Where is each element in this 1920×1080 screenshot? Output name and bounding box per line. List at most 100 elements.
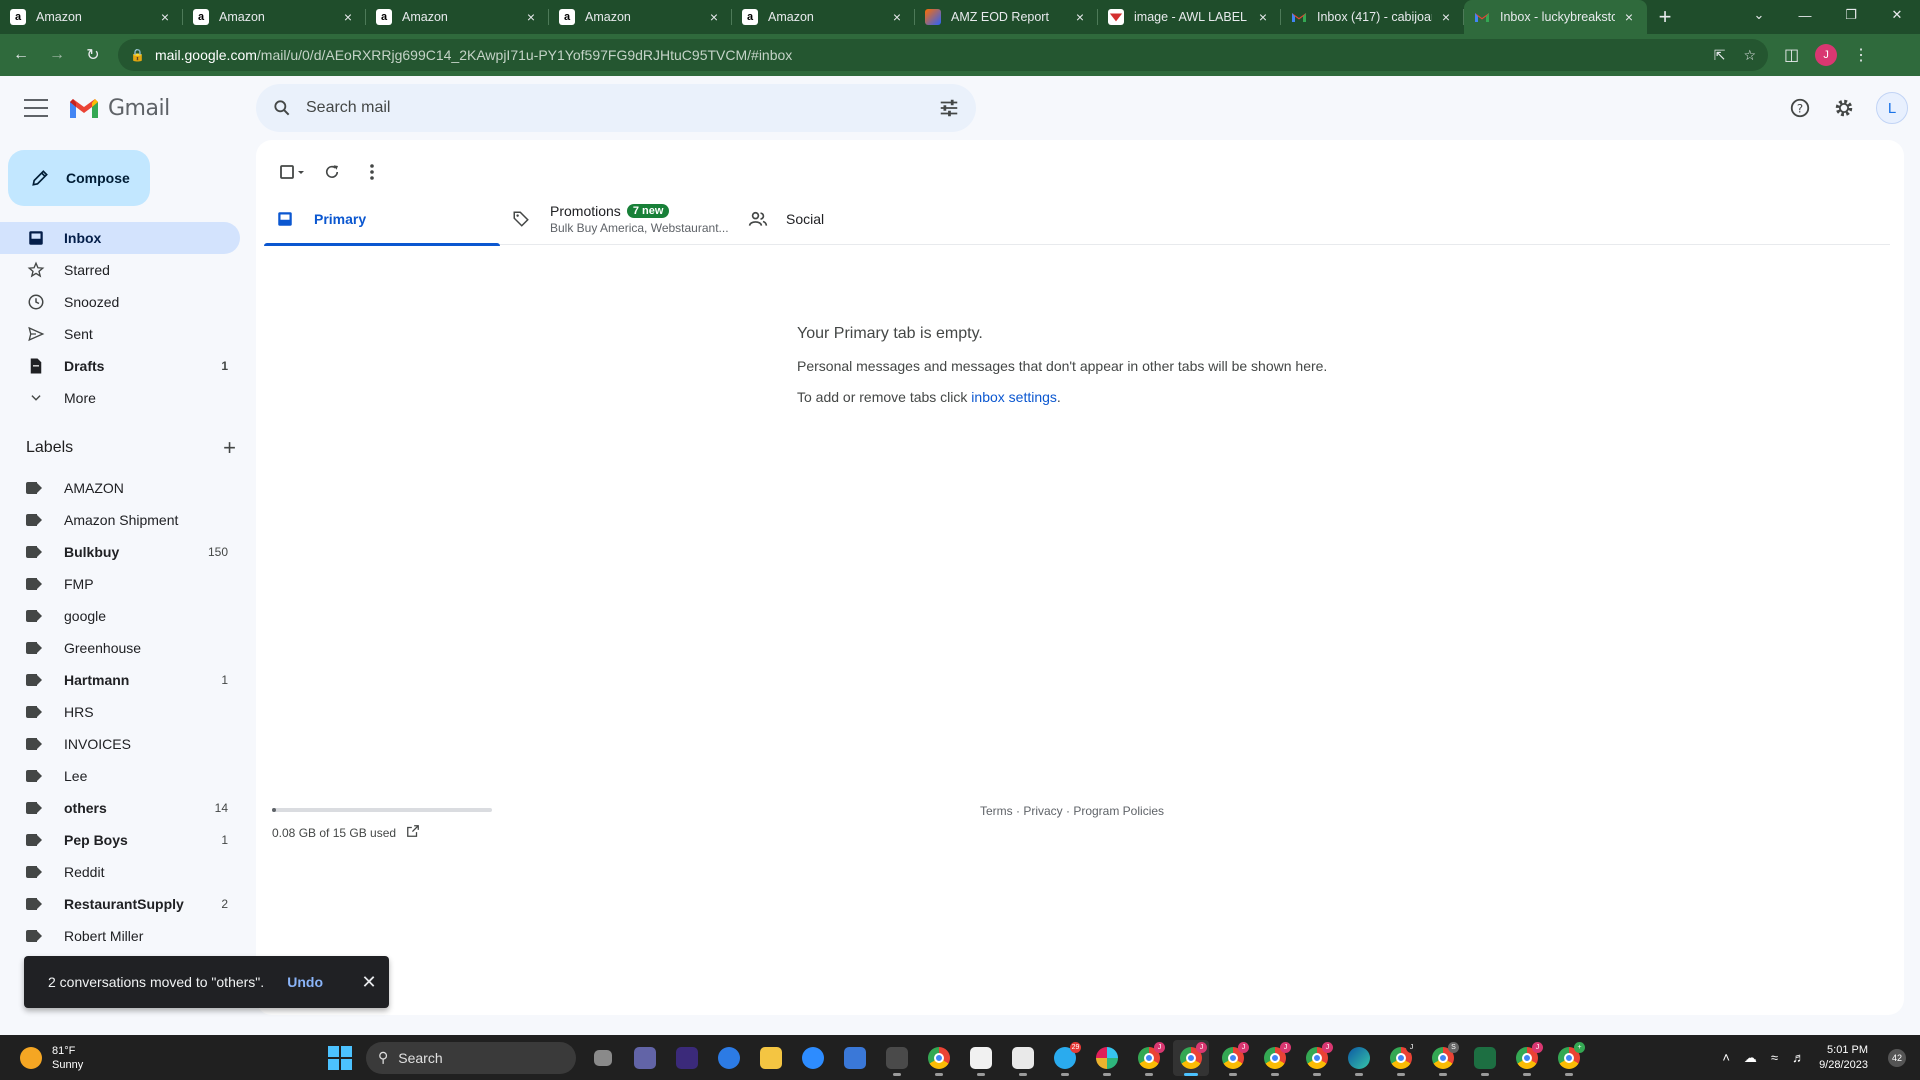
zoom-icon[interactable] xyxy=(795,1040,831,1076)
label-item[interactable]: Pep Boys 1 xyxy=(0,824,240,856)
browser-tab[interactable]: Inbox - luckybreaksto × xyxy=(1464,0,1647,34)
weather-widget[interactable]: 81°F Sunny xyxy=(20,1044,280,1072)
help-icon[interactable]: ? xyxy=(1780,88,1820,128)
inbox-settings-link[interactable]: inbox settings xyxy=(971,389,1057,405)
compose-button[interactable]: Compose xyxy=(8,150,150,206)
share-icon[interactable]: ⇱ xyxy=(1714,47,1726,64)
tab-social[interactable]: Social xyxy=(736,193,972,245)
account-avatar[interactable]: L xyxy=(1876,92,1908,124)
browser-tab[interactable]: a Amazon × xyxy=(732,0,915,34)
close-tab-icon[interactable]: × xyxy=(523,9,539,25)
browser-tab[interactable]: a Amazon × xyxy=(549,0,732,34)
address-bar[interactable]: 🔒 mail.google.com /mail/u/0/d/AEoRXRRjg6… xyxy=(118,39,1768,71)
calculator-icon[interactable] xyxy=(879,1040,915,1076)
search-options-icon[interactable] xyxy=(938,97,960,119)
label-item[interactable]: RestaurantSupply 2 xyxy=(0,888,240,920)
bookmark-star-icon[interactable]: ☆ xyxy=(1743,47,1756,64)
new-tab-button[interactable]: + xyxy=(1647,0,1683,34)
meet-icon[interactable] xyxy=(627,1040,663,1076)
chrome-profile-icon[interactable]: J xyxy=(1509,1040,1545,1076)
tab-search-icon[interactable]: ⌄ xyxy=(1736,0,1782,30)
browser-app-icon[interactable] xyxy=(711,1040,747,1076)
label-item[interactable]: Bulkbuy 150 xyxy=(0,536,240,568)
browser-tab[interactable]: Inbox (417) - cabijoan × xyxy=(1281,0,1464,34)
browser-tab[interactable]: a Amazon × xyxy=(183,0,366,34)
label-item[interactable]: Lee xyxy=(0,760,240,792)
sidebar-item-snoozed[interactable]: Snoozed xyxy=(0,286,240,318)
more-options-icon[interactable] xyxy=(352,152,392,192)
document-app-icon[interactable] xyxy=(963,1040,999,1076)
browser-tab[interactable]: a Amazon × xyxy=(366,0,549,34)
side-panel-icon[interactable]: ◫ xyxy=(1784,45,1799,65)
chrome-profile-icon[interactable]: + xyxy=(1551,1040,1587,1076)
slack-icon[interactable] xyxy=(1089,1040,1125,1076)
label-item[interactable]: Reddit xyxy=(0,856,240,888)
browser-tab[interactable]: AMZ EOD Report × xyxy=(915,0,1098,34)
chrome-profile-icon[interactable]: J xyxy=(1257,1040,1293,1076)
tab-primary[interactable]: Primary xyxy=(264,193,500,246)
main-menu-icon[interactable] xyxy=(24,99,48,117)
sidebar-item-sent[interactable]: Sent xyxy=(0,318,240,350)
browser-tab[interactable]: a Amazon × xyxy=(0,0,183,34)
sidebar-item-starred[interactable]: Starred xyxy=(0,254,240,286)
label-item[interactable]: FMP xyxy=(0,568,240,600)
chrome-profile-icon[interactable]: J xyxy=(1299,1040,1335,1076)
browser-tab[interactable]: image - AWL LABEL × xyxy=(1098,0,1281,34)
gmail-logo[interactable]: Gmail xyxy=(68,96,170,121)
clock[interactable]: 5:01 PM 9/28/2023 xyxy=(1819,1043,1868,1073)
forward-icon[interactable]: → xyxy=(42,40,72,70)
sidebar-item-inbox[interactable]: Inbox xyxy=(0,222,240,254)
open-external-icon[interactable] xyxy=(406,824,420,841)
create-label-icon[interactable]: + xyxy=(223,435,236,461)
excel-icon[interactable] xyxy=(1467,1040,1503,1076)
label-item[interactable]: Hartmann 1 xyxy=(0,664,240,696)
label-item[interactable]: HRS xyxy=(0,696,240,728)
reload-icon[interactable]: ↻ xyxy=(78,40,108,70)
close-tab-icon[interactable]: × xyxy=(340,9,356,25)
close-tab-icon[interactable]: × xyxy=(157,9,173,25)
select-all-checkbox[interactable] xyxy=(272,152,312,192)
label-item[interactable]: google xyxy=(0,600,240,632)
search-bar[interactable]: Search mail xyxy=(256,84,976,132)
sidebar-item-drafts[interactable]: Drafts 1 xyxy=(0,350,240,382)
calendar-icon[interactable] xyxy=(837,1040,873,1076)
volume-icon[interactable]: ♬ xyxy=(1792,1050,1805,1065)
tab-promotions[interactable]: Promotions 7 new Bulk Buy America, Webst… xyxy=(500,193,736,245)
label-item[interactable]: Robert Miller xyxy=(0,920,240,952)
taskbar-search[interactable]: ⚲ Search xyxy=(366,1041,576,1074)
browser-menu-icon[interactable]: ⋮ xyxy=(1853,45,1869,65)
sidebar-item-more[interactable]: More xyxy=(0,382,240,414)
minimize-icon[interactable]: — xyxy=(1782,0,1828,30)
settings-gear-icon[interactable] xyxy=(1824,88,1864,128)
close-icon[interactable]: ✕ xyxy=(349,972,389,993)
paint-icon[interactable] xyxy=(1005,1040,1041,1076)
next-app-icon[interactable] xyxy=(669,1040,705,1076)
chrome-profile-icon[interactable]: J xyxy=(1215,1040,1251,1076)
onedrive-icon[interactable]: ☁ xyxy=(1744,1050,1757,1066)
wifi-icon[interactable]: ≈ xyxy=(1771,1050,1778,1065)
tray-expand-icon[interactable]: ˄ xyxy=(1722,1050,1730,1065)
telegram-icon[interactable]: 29 xyxy=(1047,1040,1083,1076)
refresh-icon[interactable] xyxy=(312,152,352,192)
edge-icon[interactable] xyxy=(1341,1040,1377,1076)
label-item[interactable]: Amazon Shipment xyxy=(0,504,240,536)
close-tab-icon[interactable]: × xyxy=(1255,9,1271,25)
close-tab-icon[interactable]: × xyxy=(1072,9,1088,25)
close-tab-icon[interactable]: × xyxy=(1438,9,1454,25)
chrome-profile-icon[interactable]: J xyxy=(1131,1040,1167,1076)
close-tab-icon[interactable]: × xyxy=(889,9,905,25)
task-view-icon[interactable] xyxy=(585,1040,621,1076)
footer-links[interactable]: Terms · Privacy · Program Policies xyxy=(980,804,1164,818)
label-item[interactable]: Greenhouse xyxy=(0,632,240,664)
label-item[interactable]: INVOICES xyxy=(0,728,240,760)
chrome-profile-icon[interactable]: J xyxy=(1173,1039,1209,1076)
label-item[interactable]: others 14 xyxy=(0,792,240,824)
windows-start-icon[interactable] xyxy=(328,1045,352,1070)
file-explorer-icon[interactable] xyxy=(753,1040,789,1076)
search-icon[interactable] xyxy=(272,98,292,118)
chrome-profile-icon[interactable]: S xyxy=(1425,1040,1461,1076)
close-window-icon[interactable]: ✕ xyxy=(1874,0,1920,30)
back-icon[interactable]: ← xyxy=(6,40,36,70)
undo-button[interactable]: Undo xyxy=(287,974,323,990)
browser-profile-avatar[interactable]: J xyxy=(1815,44,1838,66)
